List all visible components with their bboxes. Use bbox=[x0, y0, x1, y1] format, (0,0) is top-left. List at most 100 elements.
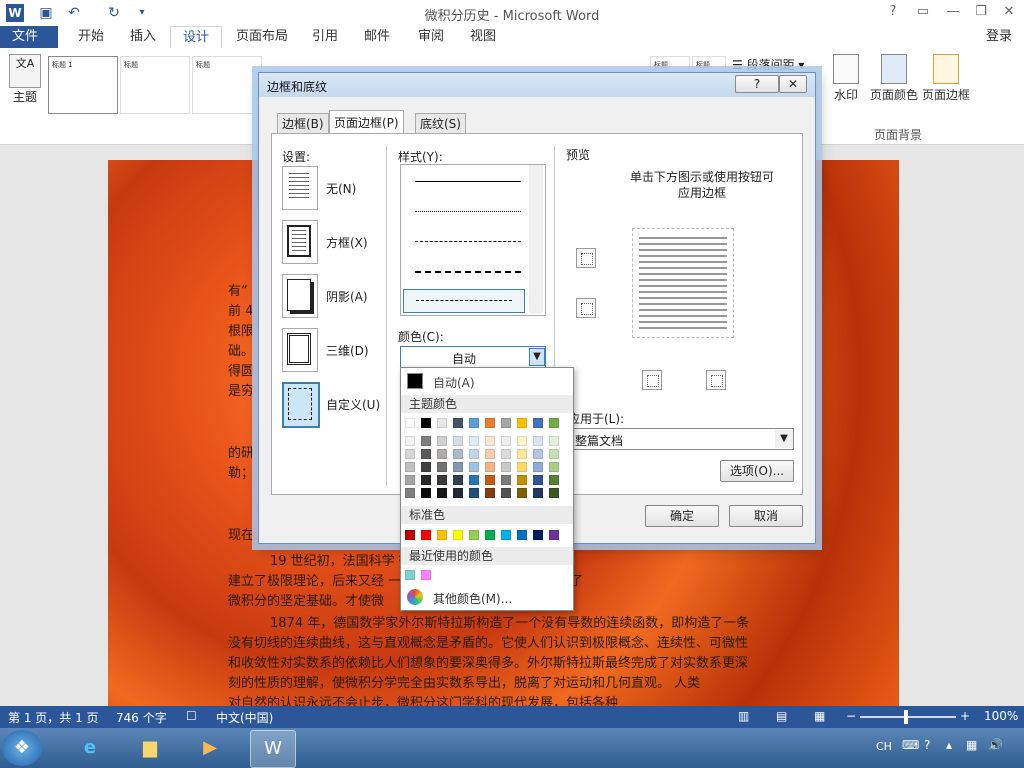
setting-custom-icon[interactable] bbox=[282, 382, 320, 428]
color-swatch[interactable] bbox=[453, 475, 463, 485]
color-swatch[interactable] bbox=[517, 462, 527, 472]
setting-box-icon[interactable] bbox=[282, 220, 318, 264]
setting-box-label[interactable]: 方框(X) bbox=[326, 234, 368, 251]
setting-3d-label[interactable]: 三维(D) bbox=[326, 342, 369, 359]
color-swatch[interactable] bbox=[421, 530, 431, 540]
color-swatch[interactable] bbox=[453, 418, 463, 428]
zoom-slider-thumb[interactable] bbox=[904, 710, 908, 724]
color-swatch[interactable] bbox=[469, 488, 479, 498]
preview-box[interactable] bbox=[632, 228, 734, 338]
color-swatch[interactable] bbox=[501, 462, 511, 472]
keyboard-icon[interactable]: ⌨ bbox=[902, 738, 919, 752]
color-swatch[interactable] bbox=[437, 436, 447, 446]
proofing-icon[interactable]: ☐ bbox=[186, 709, 197, 723]
word-taskbar-icon[interactable]: W bbox=[250, 730, 296, 768]
color-swatch[interactable] bbox=[421, 436, 431, 446]
color-swatch[interactable] bbox=[517, 449, 527, 459]
volume-icon[interactable]: 🔊 bbox=[988, 738, 1003, 752]
setting-none-label[interactable]: 无(N) bbox=[326, 180, 356, 197]
network-icon[interactable]: ▦ bbox=[966, 738, 977, 752]
chevron-down-icon[interactable]: ▼ bbox=[775, 430, 793, 448]
more-colors-item[interactable]: 其他颜色(M)... bbox=[405, 588, 569, 606]
color-swatch[interactable] bbox=[405, 530, 415, 540]
tray-expand-icon[interactable]: ▴ bbox=[946, 738, 952, 752]
color-swatch[interactable] bbox=[533, 530, 543, 540]
color-swatch[interactable] bbox=[421, 488, 431, 498]
color-swatch[interactable] bbox=[485, 488, 495, 498]
color-swatch[interactable] bbox=[549, 436, 559, 446]
color-swatch[interactable] bbox=[405, 570, 415, 580]
color-swatch[interactable] bbox=[549, 449, 559, 459]
color-swatch[interactable] bbox=[549, 418, 559, 428]
web-layout-icon[interactable]: ▦ bbox=[814, 709, 825, 723]
file-explorer-icon[interactable]: ▆ bbox=[128, 730, 172, 766]
tab-view[interactable]: 视图 bbox=[458, 26, 508, 48]
right-border-button[interactable] bbox=[706, 370, 726, 390]
setting-custom-label[interactable]: 自定义(U) bbox=[326, 396, 380, 413]
color-swatch[interactable] bbox=[469, 530, 479, 540]
setting-3d-icon[interactable] bbox=[282, 328, 318, 372]
color-swatch[interactable] bbox=[453, 462, 463, 472]
color-swatch[interactable] bbox=[485, 475, 495, 485]
color-swatch[interactable] bbox=[533, 418, 543, 428]
page-color-button[interactable]: 页面颜色 bbox=[866, 54, 922, 103]
apply-to-select[interactable]: 整篇文档 ▼ bbox=[568, 428, 794, 450]
help-icon[interactable]: ? bbox=[924, 738, 930, 752]
help-button[interactable]: ? bbox=[880, 2, 906, 22]
color-swatch[interactable] bbox=[421, 475, 431, 485]
color-swatch[interactable] bbox=[437, 418, 447, 428]
color-swatch[interactable] bbox=[453, 488, 463, 498]
color-swatch[interactable] bbox=[405, 475, 415, 485]
style-dashed-line[interactable] bbox=[415, 241, 521, 242]
color-swatch[interactable] bbox=[517, 436, 527, 446]
color-swatch[interactable] bbox=[405, 462, 415, 472]
ribbon-display-button[interactable]: ▭ bbox=[910, 2, 936, 22]
bottom-border-button[interactable] bbox=[576, 298, 596, 318]
print-layout-icon[interactable]: ▤ bbox=[776, 709, 787, 723]
left-border-button[interactable] bbox=[642, 370, 662, 390]
color-swatch[interactable] bbox=[469, 436, 479, 446]
color-swatch[interactable] bbox=[405, 436, 415, 446]
color-swatch[interactable] bbox=[485, 436, 495, 446]
style-thumb[interactable]: 标题 1 bbox=[48, 56, 118, 114]
language[interactable]: 中文(中国) bbox=[216, 709, 273, 726]
tab-insert[interactable]: 插入 bbox=[118, 26, 168, 48]
color-swatch[interactable] bbox=[485, 449, 495, 459]
color-swatch[interactable] bbox=[437, 475, 447, 485]
color-swatch[interactable] bbox=[453, 449, 463, 459]
color-swatch[interactable] bbox=[485, 530, 495, 540]
color-swatch[interactable] bbox=[501, 488, 511, 498]
style-solid-line[interactable] bbox=[415, 181, 521, 182]
zoom-level[interactable]: 100% bbox=[984, 709, 1018, 723]
tab-references[interactable]: 引用 bbox=[300, 26, 350, 48]
tab-home[interactable]: 开始 bbox=[66, 26, 116, 48]
color-swatch[interactable] bbox=[533, 488, 543, 498]
color-swatch[interactable] bbox=[549, 462, 559, 472]
setting-none-icon[interactable] bbox=[282, 166, 318, 210]
color-swatch[interactable] bbox=[501, 449, 511, 459]
dialog-close-button[interactable]: ✕ bbox=[779, 75, 807, 93]
start-button-icon[interactable]: ❖ bbox=[2, 730, 42, 766]
word-count[interactable]: 746 个字 bbox=[116, 709, 167, 726]
paragraph-spacing-button[interactable]: ☰ 段落间距 ▾ bbox=[732, 56, 804, 73]
color-swatch[interactable] bbox=[501, 475, 511, 485]
top-border-button[interactable] bbox=[576, 248, 596, 268]
page-count[interactable]: 第 1 页，共 1 页 bbox=[8, 709, 99, 726]
style-dash-dot-selected[interactable] bbox=[403, 289, 525, 313]
tab-shading[interactable]: 底纹(S) bbox=[415, 113, 466, 134]
color-swatch[interactable] bbox=[485, 418, 495, 428]
minimize-button[interactable]: — bbox=[940, 2, 966, 22]
internet-explorer-icon[interactable]: e bbox=[68, 730, 112, 766]
tab-borders[interactable]: 边框(B) bbox=[277, 113, 329, 134]
read-mode-icon[interactable]: ▥ bbox=[738, 709, 749, 723]
tab-file[interactable]: 文件 bbox=[0, 26, 58, 48]
color-swatch[interactable] bbox=[501, 436, 511, 446]
color-swatch[interactable] bbox=[517, 488, 527, 498]
page-border-button[interactable]: 页面边框 bbox=[918, 54, 974, 103]
color-swatch[interactable] bbox=[469, 449, 479, 459]
ok-button[interactable]: 确定 bbox=[645, 505, 719, 527]
media-player-icon[interactable]: ▶ bbox=[188, 730, 232, 766]
color-swatch[interactable] bbox=[517, 530, 527, 540]
tab-design[interactable]: 设计 bbox=[170, 26, 223, 50]
color-swatch[interactable] bbox=[421, 462, 431, 472]
